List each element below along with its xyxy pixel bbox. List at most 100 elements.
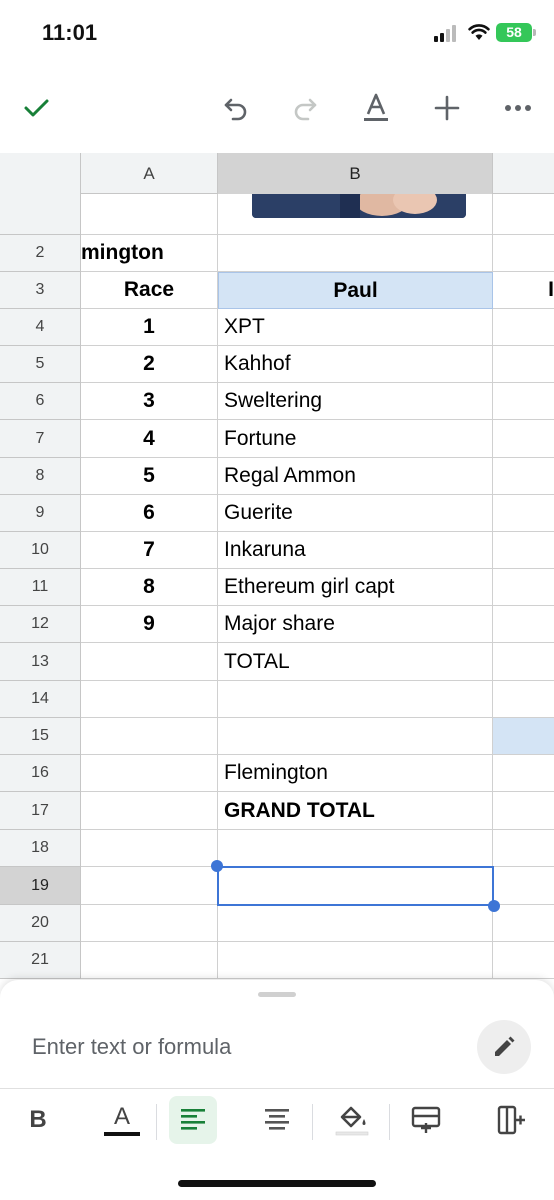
cell-b15[interactable] <box>218 718 493 755</box>
spreadsheet-grid[interactable]: A B 2 mington 3 Race Paul I 4 1 XPT 5 2 … <box>0 153 554 983</box>
row-header-9[interactable]: 9 <box>0 495 81 532</box>
cell-b2[interactable] <box>218 235 493 272</box>
home-indicator[interactable] <box>178 1180 376 1187</box>
cell-b4[interactable]: XPT <box>218 309 493 346</box>
cell-b18[interactable] <box>218 830 493 867</box>
row-header-7[interactable]: 7 <box>0 420 81 458</box>
row-header-10[interactable]: 10 <box>0 532 81 569</box>
cell-c8[interactable] <box>493 458 554 495</box>
cell-c13[interactable] <box>493 643 554 681</box>
cell-b11[interactable]: Ethereum girl capt <box>218 569 493 606</box>
cell-a21[interactable] <box>81 942 218 979</box>
cell-a1[interactable] <box>81 194 218 235</box>
selection-handle-top-left[interactable] <box>211 860 223 872</box>
cell-a19[interactable] <box>81 867 218 905</box>
column-header-a[interactable]: A <box>81 153 218 194</box>
cell-c11[interactable] <box>493 569 554 606</box>
cell-c2[interactable] <box>493 235 554 272</box>
row-header-20[interactable]: 20 <box>0 905 81 942</box>
cell-c14[interactable] <box>493 681 554 718</box>
row-header-21[interactable]: 21 <box>0 942 81 979</box>
cell-c1[interactable] <box>493 194 554 235</box>
row-header-6[interactable]: 6 <box>0 383 81 420</box>
cell-b12[interactable]: Major share <box>218 606 493 643</box>
column-header-b[interactable]: B <box>218 153 493 194</box>
cell-c19[interactable] <box>493 867 554 905</box>
cell-b16[interactable]: Flemington <box>218 755 493 792</box>
cell-selection-outline[interactable] <box>217 866 494 906</box>
select-all-corner[interactable] <box>0 153 81 194</box>
cell-c15[interactable] <box>493 718 554 755</box>
row-header-5[interactable]: 5 <box>0 346 81 383</box>
edit-cell-button[interactable] <box>477 1020 531 1074</box>
cell-b8[interactable]: Regal Ammon <box>218 458 493 495</box>
cell-c6[interactable] <box>493 383 554 420</box>
cell-b6[interactable]: Sweltering <box>218 383 493 420</box>
row-header-4[interactable]: 4 <box>0 309 81 346</box>
row-header-16[interactable]: 16 <box>0 755 81 792</box>
cell-b5[interactable]: Kahhof <box>218 346 493 383</box>
row-header-11[interactable]: 11 <box>0 569 81 606</box>
cell-c16[interactable] <box>493 755 554 792</box>
cell-c3[interactable]: I <box>493 272 554 309</box>
insert-row-button[interactable] <box>402 1096 450 1144</box>
cell-a18[interactable] <box>81 830 218 867</box>
bold-button[interactable]: B <box>14 1096 62 1144</box>
cell-a10[interactable]: 7 <box>81 532 218 569</box>
cell-a8[interactable]: 5 <box>81 458 218 495</box>
cell-c10[interactable] <box>493 532 554 569</box>
column-header-c[interactable] <box>493 153 554 194</box>
cell-c12[interactable] <box>493 606 554 643</box>
row-header-14[interactable]: 14 <box>0 681 81 718</box>
cell-c17[interactable] <box>493 792 554 830</box>
cell-b10[interactable]: Inkaruna <box>218 532 493 569</box>
cell-a3[interactable]: Race <box>81 272 218 309</box>
cell-a4[interactable]: 1 <box>81 309 218 346</box>
insert-button[interactable] <box>425 86 469 130</box>
row-header-13[interactable]: 13 <box>0 643 81 681</box>
row-header-1[interactable] <box>0 194 81 235</box>
formula-input[interactable]: Enter text or formula <box>32 1034 231 1060</box>
cell-a16[interactable] <box>81 755 218 792</box>
fill-color-button[interactable] <box>328 1096 376 1144</box>
row-header-19[interactable]: 19 <box>0 867 81 905</box>
row-header-17[interactable]: 17 <box>0 792 81 830</box>
cell-b13[interactable]: TOTAL <box>218 643 493 681</box>
row-header-3[interactable]: 3 <box>0 272 81 309</box>
row-header-15[interactable]: 15 <box>0 718 81 755</box>
cell-b7[interactable]: Fortune <box>218 420 493 458</box>
cell-c9[interactable] <box>493 495 554 532</box>
more-options-button[interactable] <box>496 86 540 130</box>
cell-a5[interactable]: 2 <box>81 346 218 383</box>
cell-a20[interactable] <box>81 905 218 942</box>
insert-column-button[interactable] <box>487 1096 535 1144</box>
cell-c5[interactable] <box>493 346 554 383</box>
cell-b17[interactable]: GRAND TOTAL <box>218 792 493 830</box>
row-header-12[interactable]: 12 <box>0 606 81 643</box>
row-header-18[interactable]: 18 <box>0 830 81 867</box>
row-header-8[interactable]: 8 <box>0 458 81 495</box>
cell-a17[interactable] <box>81 792 218 830</box>
cell-a14[interactable] <box>81 681 218 718</box>
cell-b3[interactable]: Paul <box>218 272 493 309</box>
cell-a15[interactable] <box>81 718 218 755</box>
cell-c7[interactable] <box>493 420 554 458</box>
cell-c20[interactable] <box>493 905 554 942</box>
undo-button[interactable] <box>214 86 258 130</box>
cell-c4[interactable] <box>493 309 554 346</box>
text-color-button[interactable]: A <box>98 1096 146 1144</box>
cell-a11[interactable]: 8 <box>81 569 218 606</box>
sheet-grabber-handle[interactable] <box>258 992 296 997</box>
row-header-2[interactable]: 2 <box>0 235 81 272</box>
done-checkmark-button[interactable] <box>14 86 58 130</box>
redo-button[interactable] <box>283 86 327 130</box>
selection-handle-bottom-right[interactable] <box>488 900 500 912</box>
cell-c21[interactable] <box>493 942 554 979</box>
cell-b14[interactable] <box>218 681 493 718</box>
text-format-button[interactable] <box>354 86 398 130</box>
cell-b20[interactable] <box>218 905 493 942</box>
cell-a6[interactable]: 3 <box>81 383 218 420</box>
cell-a13[interactable] <box>81 643 218 681</box>
cell-c18[interactable] <box>493 830 554 867</box>
cell-a9[interactable]: 6 <box>81 495 218 532</box>
